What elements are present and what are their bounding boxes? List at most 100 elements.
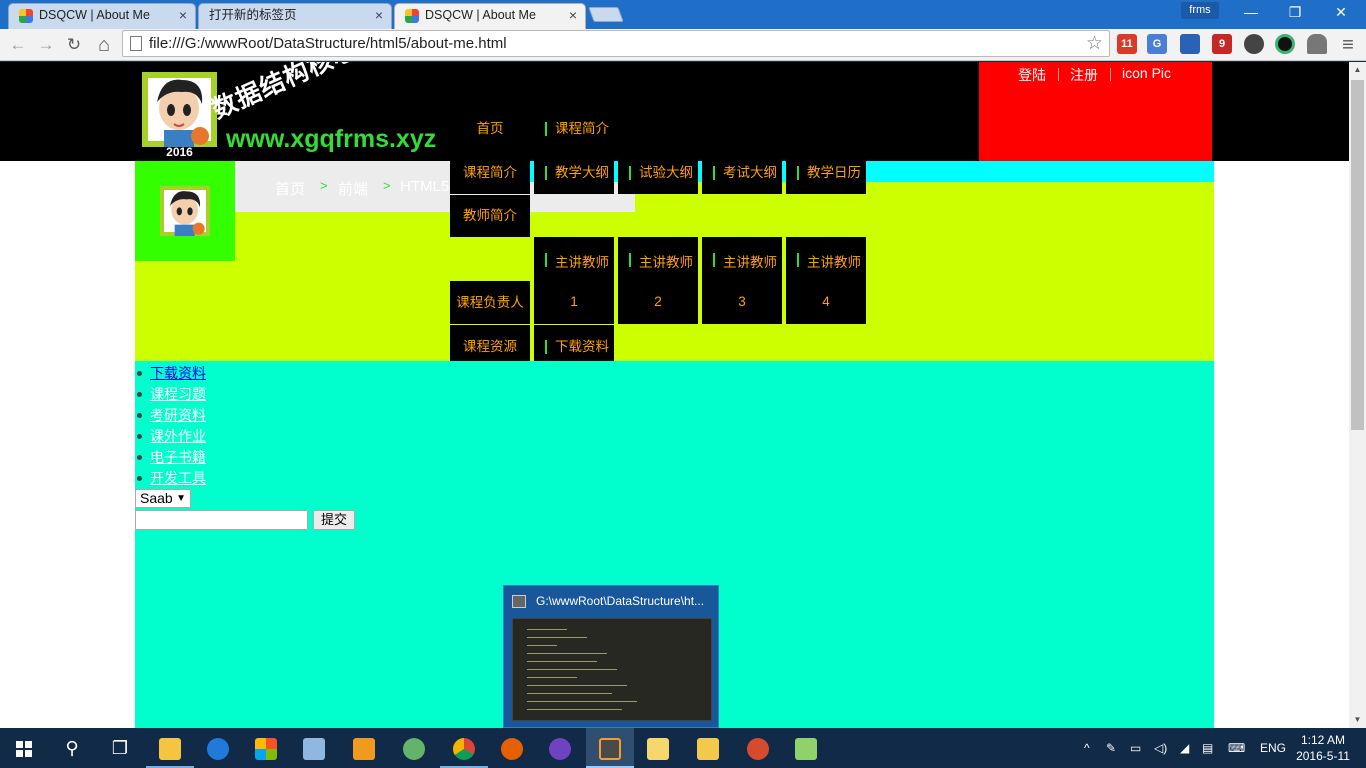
resource-link[interactable]: 考研资料 — [150, 407, 206, 423]
page-scrollbar[interactable]: ▲ ▼ — [1349, 62, 1366, 728]
app-icon[interactable] — [290, 728, 338, 768]
tray-app-icon[interactable]: ✎ — [1106, 728, 1116, 768]
submit-button[interactable]: 提交 — [313, 510, 355, 530]
reload-icon[interactable]: ↻ — [62, 33, 86, 57]
image-viewer-icon[interactable] — [684, 728, 732, 768]
menu-bar-marker — [713, 166, 715, 180]
forward-arrow-icon[interactable]: → — [34, 33, 58, 57]
resource-link[interactable]: 课外作业 — [150, 428, 206, 444]
scrollbar-thumb[interactable] — [1351, 80, 1364, 430]
folder-icon[interactable] — [634, 728, 682, 768]
scroll-up-icon[interactable]: ▲ — [1349, 62, 1366, 78]
task-view-icon[interactable]: ❐ — [96, 728, 144, 768]
chrome-icon[interactable] — [440, 728, 488, 768]
windows-taskbar: ⚲ ❐ ^ ✎ ▭ ◁) ◢ ▤ ⌨ ENG 1:12 AM 2016-5-11 — [0, 728, 1366, 768]
extension-badge-icon[interactable]: 11 — [1117, 34, 1137, 54]
list-item: 课外作业 — [137, 427, 206, 448]
text-input[interactable] — [135, 510, 308, 530]
url-text[interactable]: file:///G:/wwwRoot/DataStructure/html5/a… — [149, 35, 507, 52]
shield-extension-icon[interactable] — [1244, 34, 1264, 54]
resource-link[interactable]: 课程习题 — [150, 386, 206, 402]
bookmark-star-icon[interactable]: ☆ — [1086, 32, 1103, 55]
breadcrumb-html[interactable]: HTML5 — [400, 178, 449, 195]
login-link[interactable]: 登陆 — [1018, 65, 1046, 85]
start-button[interactable] — [0, 728, 48, 768]
sublime-text-icon[interactable] — [586, 728, 634, 768]
tab-close-icon[interactable]: × — [569, 4, 577, 26]
site-logo[interactable]: 2016 — [142, 72, 217, 160]
menu-lab-outline[interactable]: 试验大纲 — [618, 161, 698, 194]
atom-icon[interactable] — [390, 728, 438, 768]
wifi-icon[interactable]: ◢ — [1180, 728, 1189, 768]
browser-tab-active[interactable]: DSQCW | About Me × — [394, 3, 586, 30]
menu-course-leader[interactable]: 课程负责人 — [450, 281, 530, 324]
new-tab-button[interactable] — [588, 7, 624, 22]
minimize-button[interactable]: — — [1228, 0, 1274, 24]
nav-home[interactable]: 首页 — [450, 115, 530, 143]
icon-pic-link[interactable]: icon Pic — [1122, 65, 1171, 81]
chevron-up-icon[interactable]: ^ — [1084, 728, 1090, 768]
taskbar-preview[interactable]: G:\wwwRoot\DataStructure\ht... — [503, 585, 719, 728]
teacher-number: 3 — [738, 294, 746, 309]
file-explorer-icon[interactable] — [146, 728, 194, 768]
menu-syllabus[interactable]: 教学大纲 — [534, 161, 614, 194]
address-bar[interactable]: file:///G:/wwwRoot/DataStructure/html5/a… — [122, 30, 1110, 57]
screen-extension-icon[interactable] — [1180, 34, 1200, 54]
profile-badge[interactable]: frms — [1181, 2, 1219, 19]
edge-icon[interactable] — [194, 728, 242, 768]
breadcrumb-frontend[interactable]: 前端 — [338, 178, 368, 199]
color-extension-icon[interactable] — [1275, 34, 1295, 54]
preview-thumbnail — [512, 618, 712, 721]
menu-course-intro[interactable]: 课程简介 — [450, 161, 530, 194]
github-icon[interactable] — [536, 728, 584, 768]
ghost-extension-icon[interactable] — [1307, 34, 1327, 54]
chrome-menu-icon[interactable]: ≡ — [1336, 33, 1360, 57]
avatar — [160, 186, 210, 236]
register-link[interactable]: 注册 — [1070, 65, 1098, 85]
resource-link[interactable]: 电子书籍 — [150, 449, 206, 465]
menu-teacher-4[interactable]: 主讲教师 4 — [786, 237, 866, 324]
tab-title: DSQCW | About Me — [425, 8, 536, 22]
browser-tab[interactable]: DSQCW | About Me × — [8, 3, 196, 29]
home-icon[interactable]: ⌂ — [92, 33, 116, 57]
breadcrumb-home[interactable]: 首页 — [275, 178, 305, 199]
browser-toolbar: ← → ↻ ⌂ file:///G:/wwwRoot/DataStructure… — [0, 29, 1366, 61]
site-url[interactable]: www.xgqfrms.xyz — [226, 125, 436, 154]
volume-icon[interactable]: ◁) — [1154, 728, 1167, 768]
car-select[interactable]: Saab ▼ — [135, 489, 191, 508]
app-icon[interactable] — [734, 728, 782, 768]
system-clock[interactable]: 1:12 AM 2016-5-11 — [1294, 732, 1352, 764]
tab-close-icon[interactable]: × — [375, 4, 383, 26]
firefox-icon[interactable] — [488, 728, 536, 768]
app-icon[interactable] — [340, 728, 388, 768]
menu-teacher-3[interactable]: 主讲教师 3 — [702, 237, 782, 324]
close-window-button[interactable]: ✕ — [1318, 0, 1364, 24]
resource-link[interactable]: 下载资料 — [150, 365, 206, 381]
menu-teacher-1[interactable]: 主讲教师 1 — [534, 237, 614, 324]
menu-teaching-calendar[interactable]: 教学日历 — [786, 161, 866, 194]
browser-tab[interactable]: 打开新的标签页 × — [198, 3, 392, 29]
menu-bar-marker — [545, 253, 547, 267]
teacher-number: 4 — [822, 294, 830, 309]
mail-extension-icon[interactable]: 9 — [1212, 34, 1232, 54]
menu-bar-marker — [797, 166, 799, 180]
notepad-icon[interactable] — [782, 728, 830, 768]
avatar — [142, 72, 217, 147]
nav-course-intro[interactable]: 课程简介 — [534, 115, 614, 143]
menu-teacher-2[interactable]: 主讲教师 2 — [618, 237, 698, 324]
search-icon[interactable]: ⚲ — [48, 728, 96, 768]
language-indicator[interactable]: ENG — [1260, 728, 1286, 768]
maximize-button[interactable]: ❐ — [1272, 0, 1318, 24]
battery-icon[interactable]: ▭ — [1130, 728, 1141, 768]
tab-close-icon[interactable]: × — [179, 4, 187, 26]
resource-link[interactable]: 开发工具 — [150, 470, 206, 486]
notification-icon[interactable]: ▤ — [1202, 728, 1213, 768]
translate-extension-icon[interactable]: G — [1147, 34, 1167, 54]
store-icon[interactable] — [242, 728, 290, 768]
list-item: 下载资料 — [137, 364, 206, 385]
menu-teacher-intro[interactable]: 教师简介 — [450, 195, 530, 237]
scroll-down-icon[interactable]: ▼ — [1349, 712, 1366, 728]
keyboard-icon[interactable]: ⌨ — [1228, 728, 1245, 768]
menu-exam-outline[interactable]: 考试大纲 — [702, 161, 782, 194]
back-arrow-icon[interactable]: ← — [6, 33, 30, 57]
